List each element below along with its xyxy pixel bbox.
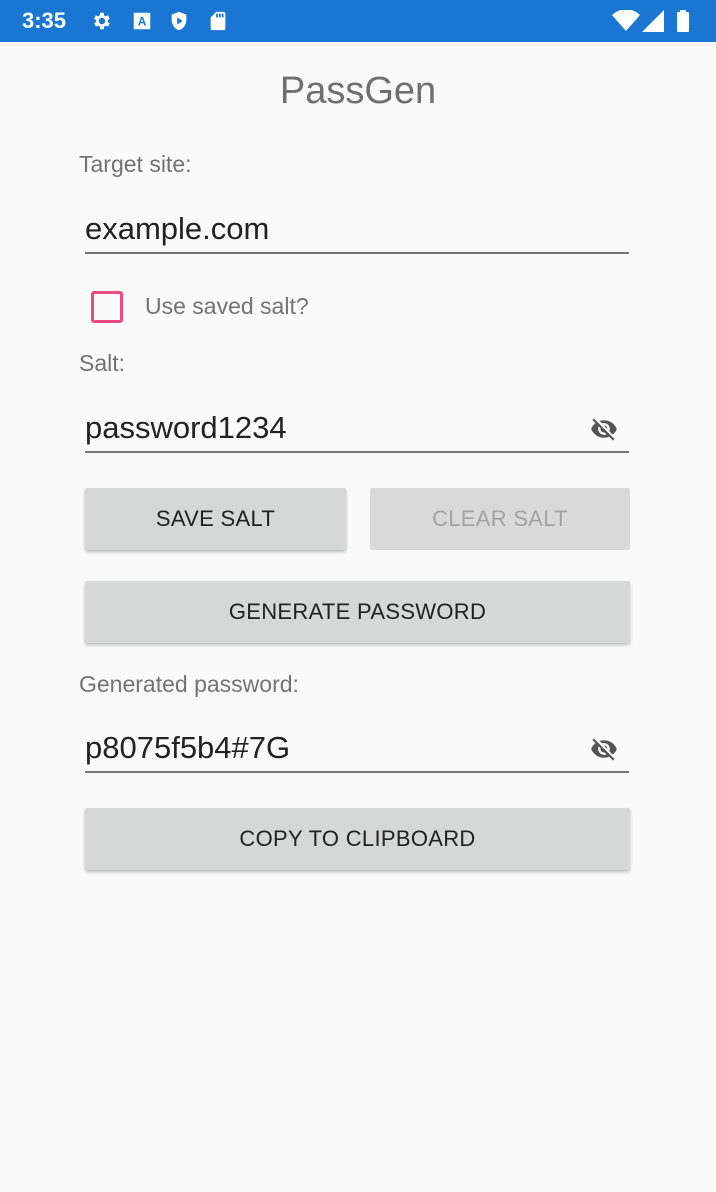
gear-icon (94, 12, 110, 30)
use-saved-salt-label[interactable]: Use saved salt? (145, 293, 309, 320)
salt-label: Salt: (79, 350, 126, 376)
save-salt-button[interactable]: SAVE SALT (85, 488, 346, 550)
target-site-value: example.com (85, 211, 270, 246)
copy-to-clipboard-button[interactable]: COPY TO CLIPBOARD (85, 808, 630, 870)
status-time: 3:35 (22, 8, 67, 33)
target-site-label: Target site: (79, 151, 192, 177)
use-saved-salt-checkbox[interactable] (91, 291, 123, 323)
svg-text:A: A (138, 15, 147, 29)
status-bar: 3:35 A (0, 0, 716, 42)
eye-off-icon[interactable] (587, 735, 621, 763)
signal-icon (642, 10, 664, 32)
eye-off-icon[interactable] (587, 415, 621, 443)
salt-value: password1234 (85, 410, 287, 445)
generated-password-value: p8075f5b4#7G (85, 730, 291, 765)
generated-password-label: Generated password: (79, 671, 299, 697)
a-icon: A (133, 12, 151, 30)
generate-password-button[interactable]: GENERATE PASSWORD (85, 581, 630, 643)
sd-card-icon (210, 11, 226, 31)
generated-password-field[interactable]: p8075f5b4#7G (85, 725, 629, 773)
target-site-field[interactable]: example.com (85, 206, 629, 254)
app-title: PassGen (279, 70, 437, 112)
shield-icon (171, 11, 187, 31)
wifi-icon (612, 10, 640, 31)
salt-field[interactable]: password1234 (85, 405, 629, 453)
clear-salt-button[interactable]: CLEAR SALT (370, 488, 630, 550)
battery-icon (677, 10, 689, 32)
